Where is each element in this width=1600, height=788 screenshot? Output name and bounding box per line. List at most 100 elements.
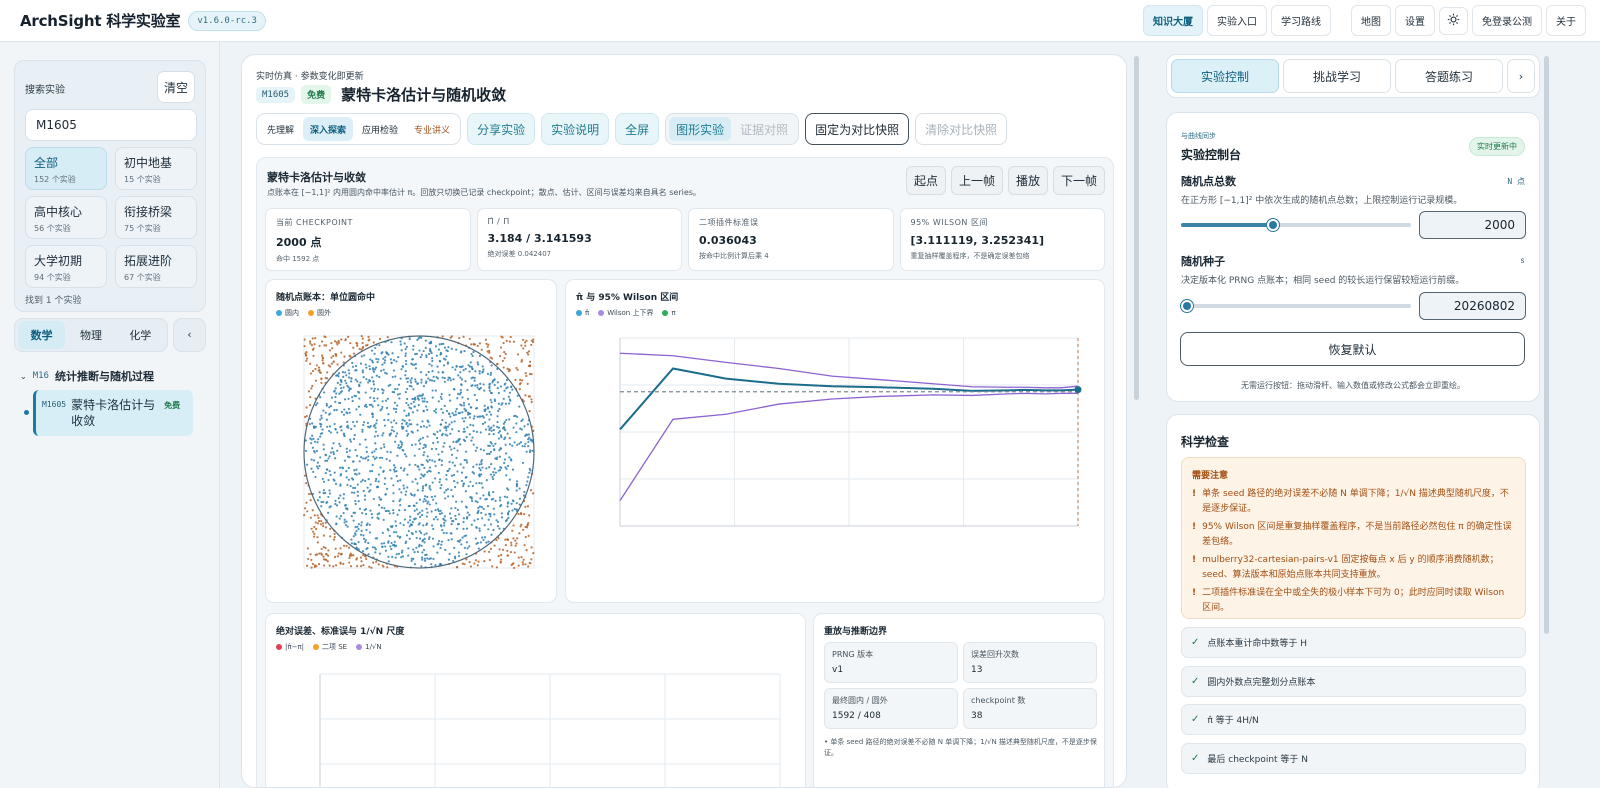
point-inside: [468, 416, 472, 419]
mode-lecture[interactable]: 专业讲义: [407, 117, 457, 141]
filter-junior[interactable]: 初中地基 15 个实验: [115, 147, 197, 190]
nav-knowledge[interactable]: 知识大厦: [1143, 5, 1203, 36]
seed-slider[interactable]: [1181, 300, 1411, 312]
reset-button[interactable]: 恢复默认: [1180, 332, 1525, 366]
point-inside: [455, 365, 458, 368]
point-inside: [339, 515, 343, 518]
seed-input[interactable]: [1419, 292, 1526, 320]
point-outside: [515, 366, 518, 370]
point-inside: [394, 440, 397, 443]
mode-explore[interactable]: 深入探索: [303, 117, 354, 141]
point-inside: [485, 497, 488, 501]
tab-challenge[interactable]: 挑战学习: [1283, 59, 1391, 93]
nav-settings[interactable]: 设置: [1395, 5, 1435, 36]
slider-knob[interactable]: [1181, 300, 1193, 312]
kv-prng: PRNG 版本 v1: [824, 642, 958, 683]
tree-item-m1605[interactable]: M1605 蒙特卡洛估计与收敛 免费: [33, 390, 193, 436]
point-inside: [510, 385, 513, 388]
tab-quiz[interactable]: 答题练习: [1395, 59, 1503, 93]
point-inside: [374, 537, 377, 540]
point-inside: [320, 505, 323, 508]
point-inside: [470, 384, 473, 387]
point-outside: [305, 406, 308, 409]
point-inside: [515, 482, 519, 486]
kv-key: 最终圆内 / 圆外: [832, 696, 888, 705]
point-inside: [412, 548, 415, 551]
page-title: 蒙特卡洛估计与随机收敛: [341, 86, 507, 104]
prev-frame-button[interactable]: 上一帧: [950, 166, 1003, 195]
point-inside: [438, 480, 441, 484]
login-button[interactable]: 免登录公测: [1472, 5, 1542, 36]
point-inside: [440, 459, 444, 462]
warning-text: 95% Wilson 区间是重复抽样覆盖程序，不是当前路径必然包住 π 的确定性…: [1202, 522, 1512, 547]
mode-understand[interactable]: 先理解: [260, 117, 301, 141]
point-outside: [355, 341, 358, 345]
play-button[interactable]: 播放: [1007, 166, 1048, 195]
n-slider[interactable]: [1181, 219, 1411, 231]
filter-advanced[interactable]: 拓展进阶 67 个实验: [115, 245, 197, 288]
filter-university[interactable]: 大学初期 94 个实验: [25, 245, 107, 288]
filter-senior[interactable]: 高中核心 56 个实验: [25, 196, 107, 239]
tab-proof[interactable]: 证据对照: [733, 117, 795, 141]
item-title: 蒙特卡洛估计与收敛: [71, 398, 156, 428]
point-inside: [435, 354, 438, 357]
clear-search-button[interactable]: 清空: [157, 71, 195, 103]
point-inside: [478, 415, 481, 418]
right-scrollbar[interactable]: [1544, 56, 1549, 634]
tab-control[interactable]: 实验控制: [1171, 59, 1279, 93]
point-inside: [368, 403, 371, 406]
check-text: π̂ 等于 4H/N: [1207, 716, 1259, 726]
tab-chemistry[interactable]: 化学: [117, 321, 164, 349]
tree-group[interactable]: ⌄ M16 统计推断与随机过程: [20, 368, 154, 384]
kv-checkpoints: checkpoint 数 38: [963, 688, 1097, 729]
point-inside: [310, 442, 313, 445]
slider-knob[interactable]: [1267, 219, 1279, 231]
point-inside: [494, 442, 497, 445]
point-inside: [476, 415, 479, 418]
fullscreen-button[interactable]: 全屏: [615, 113, 660, 145]
point-inside: [411, 480, 414, 483]
point-inside: [445, 409, 449, 413]
filter-all[interactable]: 全部 152 个实验: [25, 147, 107, 190]
mode-apply[interactable]: 应用检验: [355, 117, 405, 141]
nav-map[interactable]: 地图: [1351, 5, 1391, 36]
snapshot-button[interactable]: 固定为对比快照: [805, 113, 910, 145]
point-outside: [334, 353, 338, 356]
point-inside: [489, 373, 492, 376]
tab-math[interactable]: 数学: [18, 321, 66, 349]
filter-bridge[interactable]: 衔接桥梁 75 个实验: [115, 196, 197, 239]
center-scrollbar[interactable]: [1134, 56, 1139, 400]
n-input[interactable]: [1419, 211, 1526, 239]
explain-button[interactable]: 实验说明: [541, 113, 610, 145]
point-inside: [346, 525, 349, 528]
point-inside: [464, 367, 467, 370]
point-inside: [440, 483, 443, 487]
point-inside: [376, 434, 379, 437]
point-inside: [440, 540, 444, 543]
search-input[interactable]: [25, 109, 197, 141]
nav-lab-entry[interactable]: 实验入口: [1207, 5, 1267, 36]
clear-snapshot-button[interactable]: 清除对比快照: [915, 113, 1008, 145]
point-inside: [358, 443, 361, 446]
start-button[interactable]: 起点: [905, 166, 946, 195]
tab-graph[interactable]: 图形实验: [669, 117, 732, 141]
tab-physics[interactable]: 物理: [67, 321, 114, 349]
nav-learning-path[interactable]: 学习路线: [1271, 5, 1331, 36]
about-button[interactable]: 关于: [1546, 5, 1586, 36]
collapse-sidebar-button[interactable]: ‹: [173, 318, 206, 352]
point-inside: [442, 371, 445, 374]
share-button[interactable]: 分享实验: [467, 113, 536, 145]
convergence-card: π̂ 与 95% Wilson 区间 π̂ Wilson 上下界 π: [565, 279, 1105, 603]
point-outside: [315, 553, 319, 556]
point-inside: [398, 509, 401, 512]
point-inside: [478, 505, 482, 508]
point-inside: [450, 448, 453, 451]
point-outside: [355, 565, 359, 568]
point-inside: [327, 511, 330, 514]
theme-toggle-button[interactable]: [1439, 6, 1468, 35]
point-inside: [462, 404, 466, 407]
point-inside: [396, 535, 399, 538]
point-inside: [472, 424, 475, 427]
chevron-right-icon[interactable]: ›: [1507, 59, 1535, 93]
next-frame-button[interactable]: 下一帧: [1052, 166, 1105, 195]
